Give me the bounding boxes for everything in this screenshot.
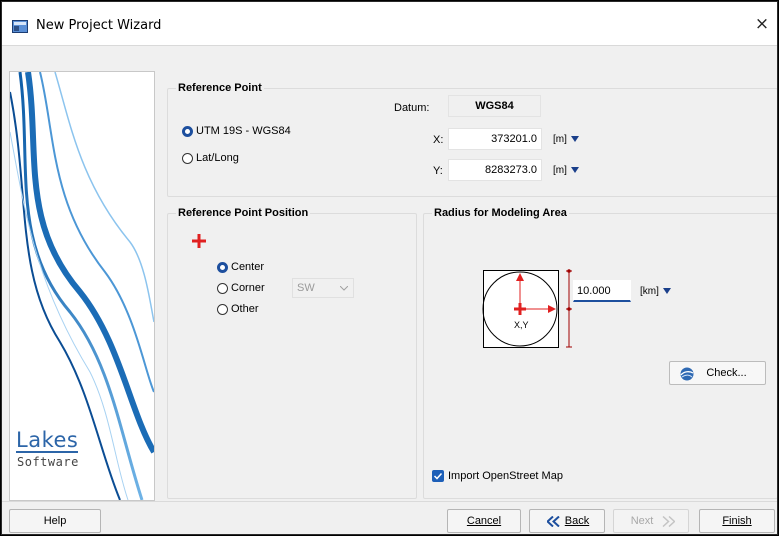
window-title: New Project Wizard [36, 18, 162, 33]
radio-utm-label: UTM 19S - WGS84 [196, 125, 291, 137]
radio-corner-label: Corner [231, 282, 265, 294]
cancel-button[interactable]: Cancel [447, 509, 521, 533]
radius-input[interactable]: 10.000 [573, 280, 631, 302]
radius-legend: Radius for Modeling Area [434, 207, 567, 219]
dropdown-arrow-icon [570, 136, 579, 143]
radio-center[interactable]: Center [217, 259, 264, 275]
radio-latlong-label: Lat/Long [196, 152, 239, 164]
help-button[interactable]: Help [9, 509, 101, 533]
reference-point-position-legend: Reference Point Position [178, 207, 309, 219]
chevron-down-icon [340, 286, 348, 291]
radius-diagram [482, 269, 572, 348]
radio-center-indicator [217, 261, 228, 273]
dropdown-arrow-icon [570, 167, 579, 174]
x-label: X: [433, 134, 444, 146]
cancel-button-label: Cancel [466, 515, 502, 527]
radio-corner[interactable]: Corner [217, 280, 265, 296]
radius-unit-label: [km] [640, 286, 659, 297]
radio-center-label: Center [231, 261, 265, 273]
check-button-label: Check... [706, 367, 747, 379]
datum-field: WGS84 [448, 95, 541, 117]
y-label: Y: [433, 165, 443, 177]
x-coordinate-input[interactable]: 373201.0 [448, 128, 542, 150]
radio-other-label: Other [231, 303, 259, 315]
x-unit-label: [m] [553, 134, 567, 145]
radius-group: Radius for Modeling Area [423, 207, 777, 499]
double-chevron-right-icon [662, 516, 675, 527]
help-button-label: Help [43, 515, 67, 527]
radius-unit-dropdown[interactable]: [km] [640, 286, 671, 297]
checkbox-checked-icon [432, 470, 444, 482]
y-coordinate-input[interactable]: 8283273.0 [448, 159, 542, 181]
logo-software: Software [17, 455, 79, 469]
next-button[interactable]: Next [613, 509, 689, 533]
radio-utm-indicator [182, 125, 193, 137]
y-unit-label: [m] [553, 165, 567, 176]
back-button-label: Back [564, 515, 590, 527]
import-osm-checkbox[interactable]: Import OpenStreet Map [432, 470, 563, 482]
radio-other-indicator [217, 303, 228, 315]
dropdown-arrow-icon [662, 288, 671, 295]
corner-select-value: SW [297, 282, 315, 294]
reference-point-legend: Reference Point [178, 82, 262, 94]
corner-select[interactable]: SW [292, 278, 354, 298]
wizard-window: New Project Wizard × Lakes Software Refe… [1, 1, 778, 535]
datum-label: Datum: [394, 102, 430, 114]
logo-lakes: Lakes [16, 428, 79, 453]
title-bar: New Project Wizard × [2, 2, 777, 46]
finish-button-label: Finish [722, 515, 752, 527]
close-button[interactable]: × [747, 12, 777, 36]
double-chevron-left-icon [547, 516, 560, 527]
radio-latlong-indicator [182, 152, 193, 164]
x-unit-dropdown[interactable]: [m] [553, 134, 579, 145]
footer-separator [2, 501, 777, 502]
radio-utm[interactable]: UTM 19S - WGS84 [182, 123, 291, 139]
radio-latlong[interactable]: Lat/Long [182, 150, 239, 166]
reference-marker-icon [192, 234, 206, 248]
globe-icon [680, 367, 694, 381]
wizard-side-banner: Lakes Software [9, 71, 155, 501]
radio-corner-indicator [217, 282, 228, 294]
back-button[interactable]: Back [529, 509, 605, 533]
check-button[interactable]: Check... [669, 361, 766, 385]
reference-point-position-group: Reference Point Position [167, 207, 417, 499]
import-osm-label: Import OpenStreet Map [448, 470, 563, 482]
y-unit-dropdown[interactable]: [m] [553, 165, 579, 176]
radio-other[interactable]: Other [217, 301, 259, 317]
app-icon [12, 20, 28, 33]
finish-button[interactable]: Finish [699, 509, 775, 533]
diagram-xy-label: X,Y [514, 320, 529, 330]
